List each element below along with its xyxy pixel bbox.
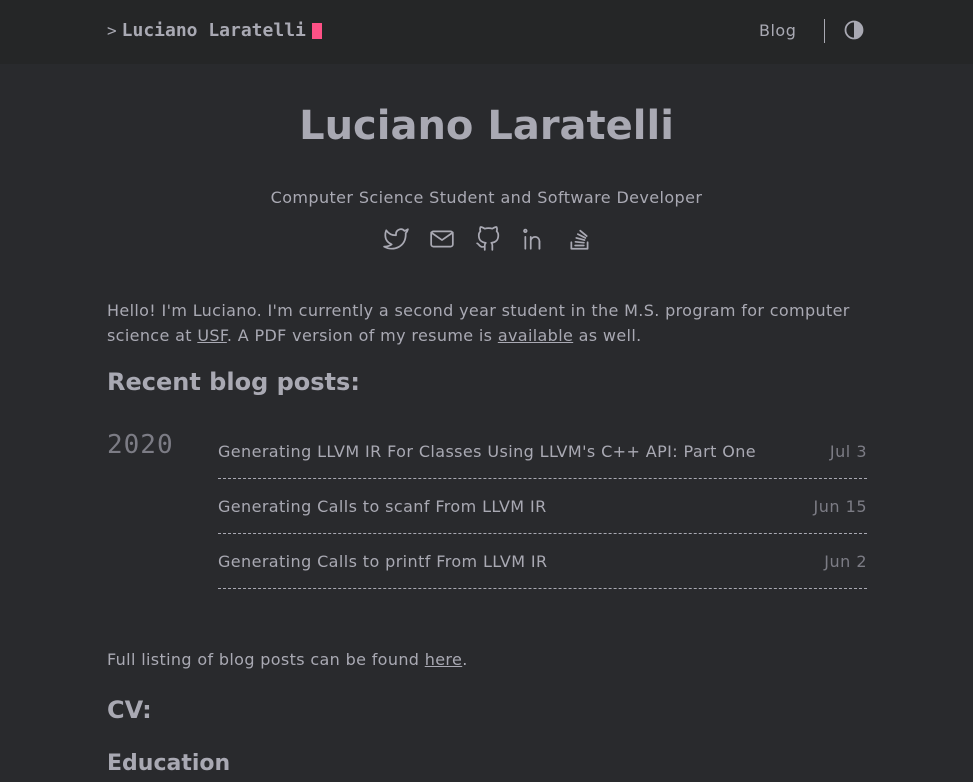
posts-year: 2020 bbox=[107, 430, 174, 460]
nav-divider bbox=[824, 19, 825, 43]
site-header: > Luciano Laratelli Blog bbox=[0, 0, 973, 64]
full-listing-text: Full listing of blog posts can be found … bbox=[107, 650, 468, 669]
stackoverflow-icon[interactable] bbox=[567, 226, 593, 252]
logo-text: Luciano Laratelli bbox=[121, 20, 306, 41]
full-listing-link[interactable]: here bbox=[425, 650, 462, 669]
page-subtitle: Computer Science Student and Software De… bbox=[270, 188, 703, 207]
intro-paragraph: Hello! I'm Luciano. I'm currently a seco… bbox=[107, 298, 867, 348]
posts-list: Generating LLVM IR For Classes Using LLV… bbox=[218, 424, 867, 589]
intro-text-2: . A PDF version of my resume is bbox=[226, 326, 498, 345]
post-item: Generating LLVM IR For Classes Using LLV… bbox=[218, 424, 867, 479]
linkedin-icon[interactable] bbox=[521, 226, 547, 252]
post-item: Generating Calls to scanf From LLVM IR J… bbox=[218, 479, 867, 534]
cv-heading: CV: bbox=[107, 696, 152, 724]
nav-blog-link[interactable]: Blog bbox=[759, 21, 796, 40]
listing-text-1: Full listing of blog posts can be found bbox=[107, 650, 425, 669]
site-logo[interactable]: > Luciano Laratelli bbox=[107, 20, 322, 41]
post-title-link[interactable]: Generating Calls to scanf From LLVM IR bbox=[218, 497, 547, 516]
mail-icon[interactable] bbox=[429, 226, 455, 252]
intro-text-3: as well. bbox=[573, 326, 642, 345]
resume-link[interactable]: available bbox=[498, 326, 573, 345]
usf-link[interactable]: USF bbox=[197, 326, 227, 345]
cursor-block bbox=[311, 22, 322, 39]
listing-text-2: . bbox=[462, 650, 468, 669]
post-date: Jul 3 bbox=[829, 441, 867, 461]
post-date: Jun 15 bbox=[813, 496, 867, 516]
page-title: Luciano Laratelli bbox=[299, 103, 674, 149]
post-title-link[interactable]: Generating LLVM IR For Classes Using LLV… bbox=[218, 442, 756, 461]
education-heading: Education bbox=[107, 751, 231, 776]
post-item: Generating Calls to printf From LLVM IR … bbox=[218, 534, 867, 589]
logo-prompt: > bbox=[107, 21, 117, 40]
theme-toggle-icon[interactable] bbox=[844, 20, 864, 40]
post-date: Jun 2 bbox=[824, 551, 867, 571]
post-title-link[interactable]: Generating Calls to printf From LLVM IR bbox=[218, 552, 548, 571]
recent-posts-heading: Recent blog posts: bbox=[107, 368, 360, 396]
github-icon[interactable] bbox=[475, 226, 501, 252]
twitter-icon[interactable] bbox=[383, 226, 409, 252]
social-links bbox=[383, 226, 593, 252]
